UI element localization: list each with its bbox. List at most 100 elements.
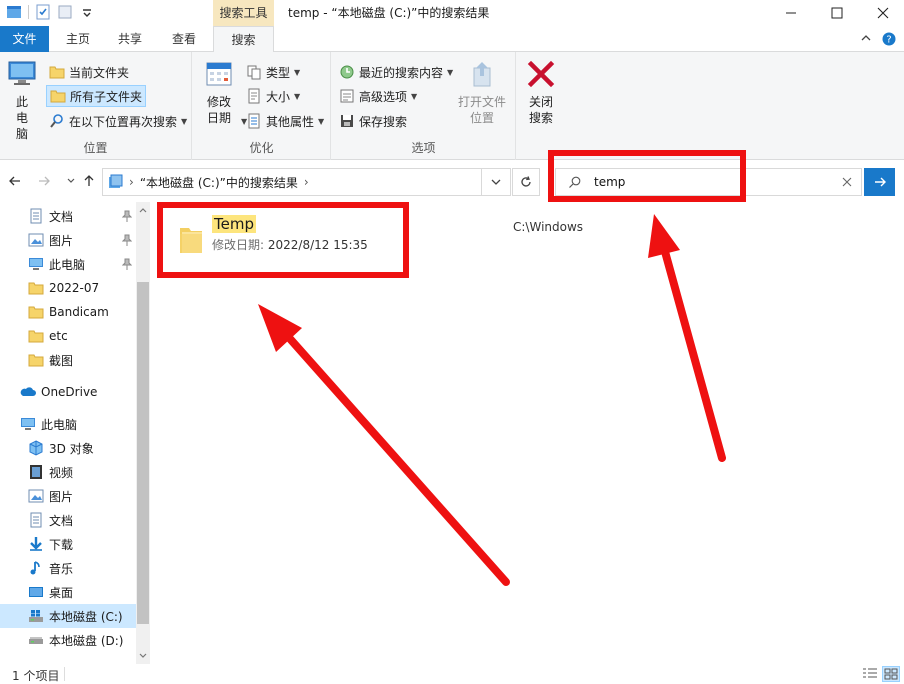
current-folder-button[interactable]: 当前文件夹 — [46, 61, 132, 83]
nav-item-desktop[interactable]: 桌面 — [0, 580, 136, 604]
search-submit-button[interactable] — [864, 168, 895, 196]
search-folder-icon — [50, 114, 63, 128]
nav-item-screenshots[interactable]: 截图 — [0, 348, 136, 372]
recent-locations-button[interactable] — [62, 172, 80, 190]
maximize-button[interactable] — [814, 0, 860, 26]
size-icon — [248, 88, 260, 104]
address-history-dropdown[interactable] — [481, 168, 511, 196]
collapse-ribbon-icon[interactable] — [860, 32, 872, 46]
other-properties-button[interactable]: 其他属性 ▼ — [243, 110, 327, 132]
refresh-icon — [521, 176, 531, 187]
pin-icon — [122, 258, 132, 270]
close-window-button[interactable] — [860, 0, 904, 26]
customize-toolbar-icon[interactable] — [79, 4, 95, 20]
address-row: › “本地磁盘 (C:)”中的搜索结果 › temp — [0, 160, 904, 202]
chevron-down-icon — [67, 178, 75, 183]
nav-item-music[interactable]: 音乐 — [0, 556, 136, 580]
nav-item-documents-pc[interactable]: 文档 — [0, 508, 136, 532]
close-icon — [842, 177, 852, 187]
open-file-location-button[interactable]: 打开文件位置 — [456, 58, 508, 126]
chevron-down-icon: ▼ — [318, 116, 325, 126]
address-bar[interactable]: › “本地磁盘 (C:)”中的搜索结果 › — [102, 168, 511, 196]
nav-item-local-disk-c[interactable]: 本地磁盘 (C:) — [0, 604, 136, 628]
this-pc-button[interactable]: 此电脑 — [6, 58, 38, 142]
nav-item-downloads[interactable]: 下载 — [0, 532, 136, 556]
back-button[interactable] — [6, 172, 24, 190]
minimize-button[interactable] — [768, 0, 814, 26]
folder-icon — [28, 282, 44, 295]
chevron-down-icon — [491, 179, 501, 185]
tab-home[interactable]: 主页 — [55, 26, 101, 52]
status-bar: 1 个项目 — [0, 664, 904, 684]
new-folder-icon[interactable] — [57, 4, 73, 20]
group-label-refine: 优化 — [249, 141, 274, 155]
search-results-icon — [109, 174, 123, 188]
chevron-down-icon: ▼ — [294, 91, 301, 101]
tab-file[interactable]: 文件 — [0, 26, 49, 52]
nav-item-documents[interactable]: 文档 — [0, 204, 136, 228]
details-view-button[interactable] — [862, 667, 878, 681]
recent-searches-button[interactable]: 最近的搜索内容 ▼ — [336, 61, 456, 83]
up-button[interactable] — [80, 172, 98, 190]
nav-scrollbar-thumb[interactable] — [137, 282, 149, 624]
close-search-button[interactable]: 关闭搜索 — [525, 58, 557, 126]
desktop-icon — [29, 587, 43, 597]
pin-icon — [122, 234, 132, 246]
group-label-options: 选项 — [411, 141, 436, 155]
quick-access-toolbar — [6, 4, 101, 20]
arrow-up-icon — [84, 175, 94, 186]
tab-search[interactable]: 搜索 — [213, 26, 274, 53]
advanced-options-button[interactable]: 高级选项 ▼ — [336, 85, 420, 107]
search-tools-context-label: 搜索工具 — [213, 0, 274, 26]
folder-icon — [49, 66, 65, 79]
help-icon[interactable]: ? — [882, 32, 896, 46]
chevron-down-icon: ▼ — [181, 116, 188, 126]
nav-item-local-disk-d[interactable]: 本地磁盘 (D:) — [0, 628, 136, 652]
highlight-box-search — [548, 150, 746, 202]
properties-icon[interactable] — [35, 4, 51, 20]
nav-item-this-pc[interactable]: 此电脑 — [0, 412, 136, 436]
result-location: C:\Windows — [513, 220, 584, 234]
nav-item-etc[interactable]: etc — [0, 324, 136, 348]
save-search-button[interactable]: 保存搜索 — [336, 110, 410, 132]
nav-item-bandicam[interactable]: Bandicam — [0, 300, 136, 324]
cloud-icon — [20, 387, 36, 396]
folder-icon — [50, 90, 66, 103]
nav-item-videos[interactable]: 视频 — [0, 460, 136, 484]
pictures-icon — [28, 489, 44, 503]
open-location-icon — [473, 62, 491, 87]
nav-item-onedrive[interactable]: OneDrive — [0, 380, 136, 404]
computer-icon — [21, 418, 35, 430]
large-icons-view-button[interactable] — [882, 666, 900, 682]
documents-icon — [30, 208, 42, 224]
tab-share[interactable]: 共享 — [107, 26, 153, 52]
nav-item-2022-07[interactable]: 2022-07 — [0, 276, 136, 300]
refresh-button[interactable] — [512, 168, 540, 196]
type-button[interactable]: 类型 ▼ — [243, 61, 303, 83]
window-title: temp - “本地磁盘 (C:)”中的搜索结果 — [288, 6, 490, 20]
calendar-icon — [206, 62, 232, 86]
all-subfolders-button[interactable]: 所有子文件夹 — [46, 85, 147, 107]
nav-item-pictures[interactable]: 图片 — [0, 228, 136, 252]
tab-view[interactable]: 查看 — [160, 26, 208, 52]
nav-item-pictures-pc[interactable]: 图片 — [0, 484, 136, 508]
search-again-in-button[interactable]: 在以下位置再次搜索 ▼ — [46, 110, 190, 132]
breadcrumb-current[interactable]: “本地磁盘 (C:)”中的搜索结果 — [140, 174, 298, 191]
large-icons-view-icon — [884, 668, 898, 680]
nav-item-3d-objects[interactable]: 3D 对象 — [0, 436, 136, 460]
folder-icon — [28, 306, 44, 319]
save-icon — [341, 115, 353, 127]
breadcrumb-chevron-icon: › — [129, 175, 134, 189]
music-icon — [30, 561, 40, 575]
navigation-pane: 文档 图片 此电脑 2022-07 Bandicam etc 截图 OneDri… — [0, 202, 150, 664]
minimize-icon — [786, 12, 796, 14]
window-app-icon — [6, 4, 22, 20]
forward-button[interactable] — [35, 172, 53, 190]
arrow-right-icon — [874, 177, 886, 187]
size-button[interactable]: 大小 ▼ — [243, 85, 303, 107]
date-modified-button[interactable]: 修改日期 ▼ — [201, 58, 247, 126]
clear-search-button[interactable] — [841, 176, 853, 188]
highlight-box-result — [157, 202, 409, 278]
nav-item-this-pc-pinned[interactable]: 此电脑 — [0, 252, 136, 276]
breadcrumb-chevron-icon: › — [303, 175, 309, 189]
